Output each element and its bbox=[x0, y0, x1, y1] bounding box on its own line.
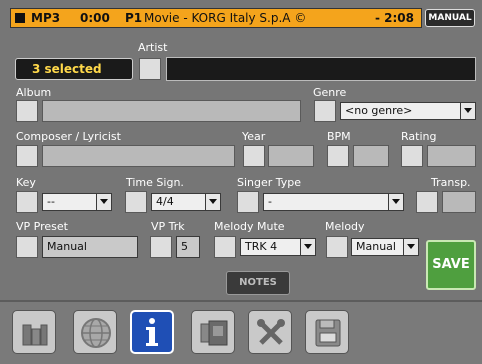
melody-dropdown[interactable]: Manual bbox=[351, 238, 419, 256]
status-bar: MP3 0:00 P1 Movie - KORG Italy S.p.A © -… bbox=[10, 8, 422, 28]
vp-preset-label: VP Preset bbox=[16, 220, 68, 233]
transp-label: Transp. bbox=[431, 176, 471, 189]
vp-trk-checkbox[interactable] bbox=[150, 236, 172, 258]
tab-info[interactable] bbox=[130, 310, 174, 354]
genre-dropdown[interactable]: <no genre> bbox=[340, 102, 476, 120]
time-sign-value: 4/4 bbox=[156, 195, 174, 208]
rating-field[interactable] bbox=[427, 145, 476, 167]
stop-icon bbox=[15, 13, 25, 23]
vp-preset-field[interactable]: Manual bbox=[42, 236, 138, 258]
year-checkbox[interactable] bbox=[243, 145, 265, 167]
bpm-field[interactable] bbox=[353, 145, 389, 167]
genre-checkbox[interactable] bbox=[314, 100, 336, 122]
album-label: Album bbox=[16, 86, 52, 99]
tab-web[interactable] bbox=[73, 310, 117, 354]
transp-checkbox[interactable] bbox=[416, 191, 438, 213]
genre-value: <no genre> bbox=[345, 104, 413, 117]
song-slot: P1 bbox=[125, 11, 143, 25]
vp-preset-value: Manual bbox=[47, 240, 87, 253]
artist-field[interactable] bbox=[166, 57, 476, 81]
year-label: Year bbox=[242, 130, 266, 143]
melody-mute-label: Melody Mute bbox=[214, 220, 285, 233]
remaining-time: - 2:08 bbox=[375, 11, 415, 25]
mode-badge[interactable]: MANUAL bbox=[425, 9, 475, 27]
singer-type-checkbox[interactable] bbox=[237, 191, 259, 213]
genre-label: Genre bbox=[313, 86, 347, 99]
tab-player[interactable] bbox=[12, 310, 56, 354]
media-type: MP3 bbox=[31, 11, 61, 25]
vp-trk-value: 5 bbox=[181, 240, 188, 253]
artist-label: Artist bbox=[138, 41, 168, 54]
rating-checkbox[interactable] bbox=[401, 145, 423, 167]
rating-label: Rating bbox=[401, 130, 437, 143]
chevron-down-icon bbox=[205, 194, 220, 210]
vp-trk-label: VP Trk bbox=[151, 220, 185, 233]
notes-button[interactable]: NOTES bbox=[226, 271, 290, 295]
time-sign-dropdown[interactable]: 4/4 bbox=[151, 193, 221, 211]
chevron-down-icon bbox=[388, 194, 403, 210]
composer-checkbox[interactable] bbox=[16, 145, 38, 167]
artist-checkbox[interactable] bbox=[139, 58, 161, 80]
vp-preset-checkbox[interactable] bbox=[16, 236, 38, 258]
melody-mute-dropdown[interactable]: TRK 4 bbox=[240, 238, 316, 256]
year-field[interactable] bbox=[268, 145, 314, 167]
chevron-down-icon bbox=[300, 239, 315, 255]
key-dropdown[interactable]: -- bbox=[42, 193, 112, 211]
key-value: -- bbox=[47, 195, 55, 208]
time-sign-checkbox[interactable] bbox=[125, 191, 147, 213]
save-button[interactable]: SAVE bbox=[426, 240, 476, 290]
chevron-down-icon bbox=[403, 239, 418, 255]
melody-value: Manual bbox=[356, 240, 396, 253]
singer-type-value: - bbox=[268, 195, 272, 208]
album-checkbox[interactable] bbox=[16, 100, 38, 122]
key-checkbox[interactable] bbox=[16, 191, 38, 213]
singer-type-dropdown[interactable]: - bbox=[263, 193, 404, 211]
tab-copy[interactable] bbox=[191, 310, 235, 354]
globe-icon bbox=[81, 318, 111, 348]
melody-mute-checkbox[interactable] bbox=[214, 236, 236, 258]
album-field[interactable] bbox=[42, 100, 301, 122]
chevron-down-icon bbox=[460, 103, 475, 119]
transp-field[interactable] bbox=[442, 191, 476, 213]
composer-label: Composer / Lyricist bbox=[16, 130, 121, 143]
melody-checkbox[interactable] bbox=[326, 236, 348, 258]
time-sign-label: Time Sign. bbox=[126, 176, 184, 189]
singer-type-label: Singer Type bbox=[237, 176, 302, 189]
vp-trk-field[interactable]: 5 bbox=[176, 236, 200, 258]
elapsed-time: 0:00 bbox=[80, 11, 110, 25]
player-icon bbox=[22, 324, 48, 346]
bpm-checkbox[interactable] bbox=[327, 145, 349, 167]
composer-field[interactable] bbox=[42, 145, 235, 167]
melody-label: Melody bbox=[325, 220, 365, 233]
selection-count: 3 selected bbox=[15, 58, 133, 80]
floppy-icon bbox=[315, 319, 341, 347]
tab-save[interactable] bbox=[305, 310, 349, 354]
song-title: Movie - KORG Italy S.p.A © bbox=[144, 11, 307, 25]
chevron-down-icon bbox=[96, 194, 111, 210]
copy-icon bbox=[200, 320, 228, 346]
key-label: Key bbox=[16, 176, 36, 189]
info-icon bbox=[146, 318, 158, 346]
melody-mute-value: TRK 4 bbox=[245, 240, 278, 253]
bpm-label: BPM bbox=[327, 130, 351, 143]
tools-icon bbox=[257, 319, 285, 345]
tab-tools[interactable] bbox=[248, 310, 292, 354]
